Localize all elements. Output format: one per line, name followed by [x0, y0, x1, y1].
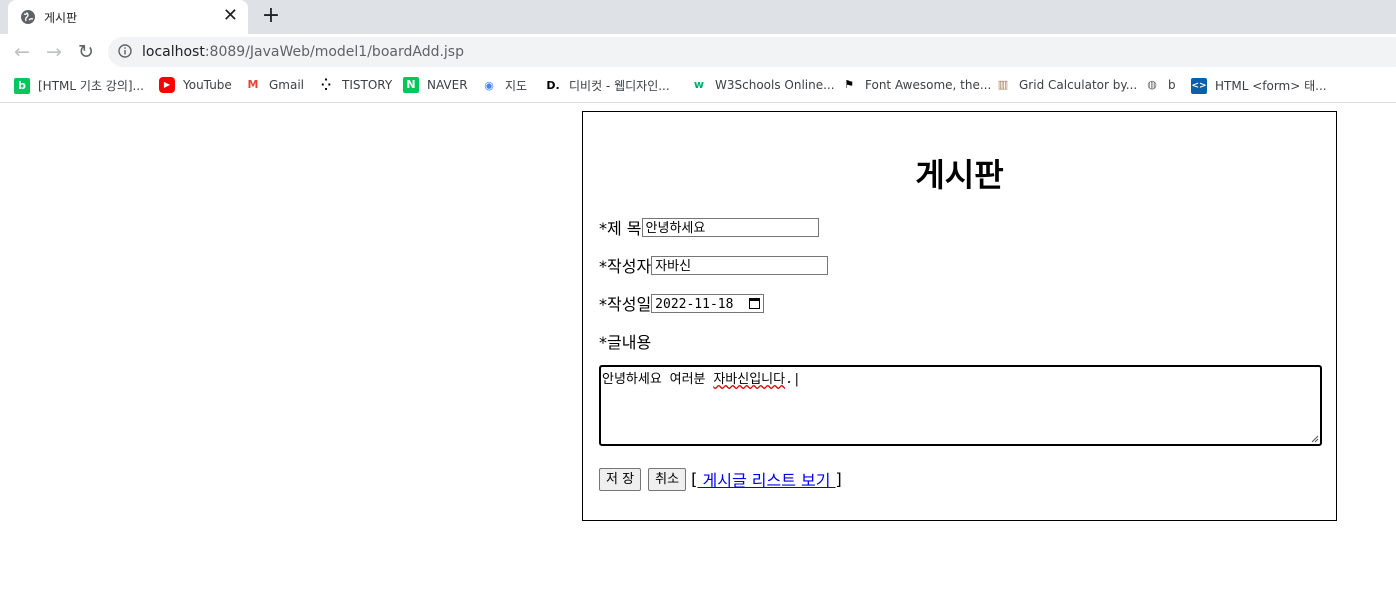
bookmark-label: Grid Calculator by... — [1019, 78, 1138, 92]
reload-button[interactable]: ↻ — [74, 40, 98, 64]
info-icon[interactable] — [118, 44, 132, 58]
bookmark-item[interactable]: D. 디비컷 - 웹디자인... — [545, 77, 670, 95]
resize-grip-icon[interactable] — [1311, 435, 1319, 443]
fontawesome-icon: ⚑ — [844, 78, 854, 91]
tab-title: 게시판 — [44, 11, 78, 25]
bookmark-label: Gmail — [269, 78, 305, 92]
calendar-icon[interactable] — [749, 297, 761, 309]
date-row: *작성일 2022-11-18 — [599, 291, 765, 315]
bookmark-label: 지도 — [505, 79, 528, 93]
bookmark-item[interactable]: ◉ 지도 — [481, 77, 527, 95]
gmail-icon: M — [247, 78, 259, 91]
back-button[interactable]: ← — [10, 40, 34, 64]
subject-row: *제 목 안녕하세요 — [599, 215, 819, 239]
bookmark-label: [HTML 기초 강의]... — [38, 79, 144, 93]
bookmark-item[interactable]: w W3Schools Online... — [691, 77, 835, 95]
bookmark-item[interactable]: M Gmail — [245, 77, 305, 95]
content-misspelled-text: 자바신입니다 — [713, 372, 786, 387]
tab-strip: 게시판 ✕ + — [0, 0, 1396, 34]
close-tab-icon[interactable]: ✕ — [223, 5, 238, 27]
grid-calculator-icon: ▥ — [997, 78, 1009, 91]
globe-icon: ◍ — [1147, 78, 1157, 91]
bookmark-item[interactable]: ⚑ Font Awesome, the... — [841, 77, 991, 95]
content-text: 안녕하세요 여러분 — [602, 372, 714, 387]
address-bar[interactable]: localhost:8089/JavaWeb/model1/boardAdd.j… — [108, 37, 1396, 67]
save-button[interactable]: 저 장 — [599, 467, 642, 491]
content-textarea[interactable]: 안녕하세요 여러분 자바신입니다.| — [599, 365, 1322, 446]
board-form: 게시판 *제 목 안녕하세요 *작성자 자바신 *작성일 2022-11-18 *글내… — [582, 111, 1337, 521]
maps-icon: ◉ — [484, 78, 494, 92]
content-row: *글내용 — [599, 329, 651, 353]
date-input[interactable]: 2022-11-18 — [651, 293, 765, 313]
author-label: *작성자 — [599, 257, 652, 276]
bookmark-label: 디비컷 - 웹디자인... — [569, 79, 670, 93]
bracket-close: ] — [835, 469, 842, 489]
globe-icon — [21, 10, 35, 24]
subject-label: *제 목 — [599, 219, 642, 238]
author-input[interactable]: 자바신 — [651, 255, 829, 275]
url-text: localhost:8089/JavaWeb/model1/boardAdd.j… — [142, 44, 464, 60]
w3schools-icon: w — [693, 78, 705, 91]
bookmark-label: YouTube — [183, 78, 232, 92]
subject-input[interactable]: 안녕하세요 — [641, 217, 819, 237]
bookmark-item[interactable]: ▶ YouTube — [159, 77, 232, 95]
bookmark-label: W3Schools Online... — [715, 78, 835, 92]
bookmarks-bar: b [HTML 기초 강의]... ▶ YouTube M Gmail ⁛ TISTORY N N… — [0, 70, 1396, 103]
bookmark-label: TISTORY — [342, 78, 393, 92]
browser-tab[interactable]: 게시판 ✕ — [8, 0, 248, 34]
new-tab-button[interactable]: + — [258, 3, 284, 29]
date-label: *작성일 — [599, 295, 652, 314]
bookmark-item[interactable]: ⁛ TISTORY — [318, 77, 392, 95]
content-label: *글내용 — [599, 333, 652, 352]
bookmark-label: b — [1168, 78, 1176, 92]
author-row: *작성자 자바신 — [599, 253, 829, 277]
bookmark-label: NAVER — [427, 78, 468, 92]
naver-icon: N — [403, 77, 419, 93]
youtube-icon: ▶ — [159, 77, 175, 93]
bookmark-label: Font Awesome, the... — [865, 78, 992, 92]
date-value: 2022-11-18 — [655, 296, 734, 312]
bookmark-item[interactable]: ▥ Grid Calculator by... — [995, 77, 1137, 95]
code-icon: <> — [1191, 77, 1207, 94]
browser-toolbar: ← → ↻ localhost:8089/JavaWeb/model1/boar… — [0, 34, 1396, 70]
action-row: 저 장 취소 [ 게시글 리스트 보기 ] — [599, 467, 842, 491]
forward-button[interactable]: → — [42, 40, 66, 64]
tistory-icon: ⁛ — [321, 78, 331, 91]
bookmark-item[interactable]: ◍ b — [1144, 77, 1176, 95]
dbcut-icon: D. — [546, 78, 560, 92]
bookmark-label: HTML <form> 태... — [1215, 79, 1327, 93]
page-title: 게시판 — [915, 156, 1004, 194]
board-list-link[interactable]: 게시글 리스트 보기 — [697, 471, 835, 490]
bookmark-item[interactable]: N NAVER — [403, 77, 468, 95]
content-caret: .| — [785, 372, 801, 387]
blog-icon: b — [14, 77, 30, 94]
bookmark-item[interactable]: b [HTML 기초 강의]... — [14, 77, 144, 95]
bookmark-item[interactable]: <> HTML <form> 태... — [1191, 77, 1327, 95]
cancel-button[interactable]: 취소 — [648, 467, 687, 491]
